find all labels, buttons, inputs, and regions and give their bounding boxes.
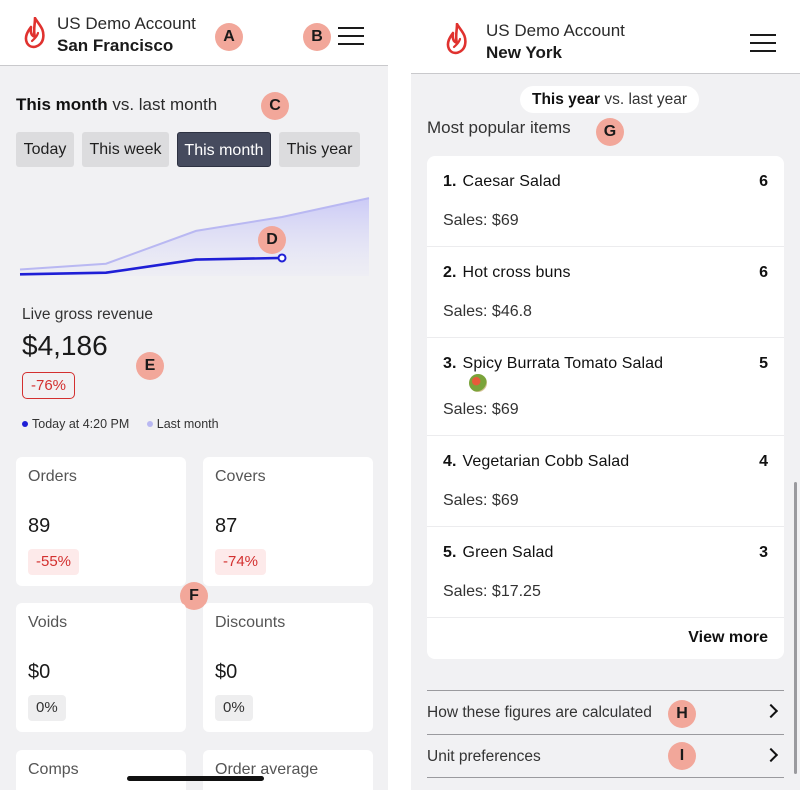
account-name: US Demo Account bbox=[57, 14, 196, 33]
metric-card-orders[interactable]: Orders 89 -55% bbox=[16, 457, 186, 586]
metric-change-badge: 0% bbox=[28, 695, 66, 721]
metric-card-comps[interactable]: Comps bbox=[16, 750, 186, 790]
list-item[interactable]: 5. Green Salad 3 Sales: $17.25 bbox=[427, 527, 784, 618]
lightspeed-logo-icon bbox=[446, 23, 467, 55]
annotation-badge-h: H bbox=[668, 700, 696, 728]
period-pill-rest: vs. last year bbox=[600, 91, 688, 108]
metric-change-badge: -74% bbox=[215, 549, 267, 575]
item-sales: Sales: $17.25 bbox=[443, 583, 541, 600]
left-screen: US Demo Account San Francisco A B This m… bbox=[0, 0, 388, 790]
view-more-link[interactable]: View more bbox=[688, 629, 768, 647]
annotation-badge-c: C bbox=[261, 92, 289, 120]
revenue-chart bbox=[19, 197, 370, 276]
menu-hamburger-icon[interactable] bbox=[338, 27, 364, 47]
list-item[interactable]: 4. Vegetarian Cobb Salad 4 Sales: $69 bbox=[427, 436, 784, 527]
current-point-marker bbox=[277, 253, 287, 263]
period-pill[interactable]: This year vs. last year bbox=[520, 86, 700, 113]
scrollbar[interactable] bbox=[794, 482, 797, 774]
revenue-value: $4,186 bbox=[22, 330, 108, 361]
home-indicator bbox=[127, 776, 264, 781]
item-sales: Sales: $46.8 bbox=[443, 303, 532, 320]
metric-card-voids[interactable]: Voids $0 0% bbox=[16, 603, 186, 732]
item-name: Caesar Salad bbox=[462, 173, 561, 190]
period-title-rest: vs. last month bbox=[107, 95, 218, 114]
annotation-badge-i: I bbox=[668, 742, 696, 770]
item-sales: Sales: $69 bbox=[443, 492, 519, 509]
metric-label: Discounts bbox=[215, 614, 286, 631]
item-sales: Sales: $69 bbox=[443, 212, 519, 229]
list-item[interactable]: 2. Hot cross buns 6 Sales: $46.8 bbox=[427, 247, 784, 338]
metric-card-order-average[interactable]: Order average bbox=[203, 750, 373, 790]
legend-current: Today at 4:20 PM bbox=[32, 417, 130, 431]
how-figures-calculated-link[interactable]: How these figures are calculated bbox=[427, 690, 784, 734]
location-name: San Francisco bbox=[57, 36, 174, 55]
revenue-label: Live gross revenue bbox=[22, 306, 153, 323]
legend-previous-dot bbox=[146, 420, 153, 427]
metric-label: Orders bbox=[28, 468, 77, 485]
tab-this-year[interactable]: This year bbox=[279, 132, 360, 167]
item-quantity: 3 bbox=[759, 544, 768, 561]
annotation-badge-b: B bbox=[303, 23, 331, 51]
header: US Demo Account New York bbox=[411, 0, 800, 74]
account-name: US Demo Account bbox=[486, 21, 625, 40]
header: US Demo Account San Francisco A B bbox=[0, 0, 388, 66]
menu-hamburger-icon[interactable] bbox=[750, 34, 776, 54]
annotation-badge-d: D bbox=[258, 226, 286, 254]
metric-value: $0 bbox=[28, 661, 51, 683]
metric-label: Covers bbox=[215, 468, 266, 485]
location-name: New York bbox=[486, 43, 562, 62]
item-quantity: 4 bbox=[759, 453, 768, 470]
chevron-right-icon bbox=[763, 747, 779, 763]
item-name: Vegetarian Cobb Salad bbox=[462, 453, 630, 470]
item-rank: 3. bbox=[443, 355, 457, 372]
metric-change-badge: -55% bbox=[28, 549, 80, 575]
metric-card-discounts[interactable]: Discounts $0 0% bbox=[203, 603, 373, 732]
item-rank: 1. bbox=[443, 173, 457, 190]
annotation-badge-a: A bbox=[215, 23, 243, 51]
period-title: This month vs. last month bbox=[16, 95, 217, 115]
metric-label: Comps bbox=[28, 761, 79, 778]
period-pill-bold: This year bbox=[532, 91, 601, 108]
item-quantity: 5 bbox=[759, 355, 768, 372]
popular-items-list: 1. Caesar Salad 6 Sales: $69 2. Hot cross … bbox=[427, 156, 784, 659]
annotation-badge-e: E bbox=[136, 352, 164, 380]
metric-value: $0 bbox=[215, 661, 238, 683]
item-quantity: 6 bbox=[759, 173, 768, 190]
item-quantity: 6 bbox=[759, 264, 768, 281]
item-name: Hot cross buns bbox=[462, 264, 571, 281]
item-name: Spicy Burrata Tomato Salad bbox=[462, 355, 664, 372]
metric-label: Voids bbox=[28, 614, 68, 631]
chart-legend: Today at 4:20 PM Last month bbox=[22, 417, 219, 431]
metric-card-covers[interactable]: Covers 87 -74% bbox=[203, 457, 373, 586]
period-title-bold: This month bbox=[16, 95, 108, 114]
legend-current-dot bbox=[22, 420, 28, 427]
tab-this-month[interactable]: This month bbox=[177, 132, 271, 167]
legend-previous: Last month bbox=[156, 417, 219, 431]
section-title: Most popular items bbox=[427, 118, 571, 137]
link-label: How these figures are calculated bbox=[427, 704, 652, 721]
link-label: Unit preferences bbox=[427, 748, 541, 765]
tab-this-week[interactable]: This week bbox=[82, 132, 169, 167]
item-rank: 5. bbox=[443, 544, 457, 561]
chevron-right-icon bbox=[763, 703, 779, 719]
lightspeed-logo-icon bbox=[24, 17, 45, 49]
revenue-change-badge: -76% bbox=[22, 372, 76, 399]
item-name: Green Salad bbox=[462, 544, 554, 561]
item-rank: 4. bbox=[443, 453, 457, 470]
metric-value: 89 bbox=[28, 515, 51, 537]
item-rank: 2. bbox=[443, 264, 457, 281]
annotation-badge-g: G bbox=[596, 118, 624, 146]
unit-preferences-link[interactable]: Unit preferences bbox=[427, 734, 784, 778]
list-item[interactable]: 1. Caesar Salad 6 Sales: $69 bbox=[427, 156, 784, 247]
right-screen: US Demo Account New York This year vs. l… bbox=[411, 0, 800, 790]
divider bbox=[427, 777, 784, 778]
item-sales: Sales: $69 bbox=[443, 401, 519, 418]
item-thumbnail bbox=[469, 374, 487, 392]
metric-value: 87 bbox=[215, 515, 238, 537]
list-item[interactable]: 3. Spicy Burrata Tomato Salad 5 Sales: $6… bbox=[427, 338, 784, 436]
metric-change-badge: 0% bbox=[215, 695, 253, 721]
tab-today[interactable]: Today bbox=[16, 132, 74, 167]
